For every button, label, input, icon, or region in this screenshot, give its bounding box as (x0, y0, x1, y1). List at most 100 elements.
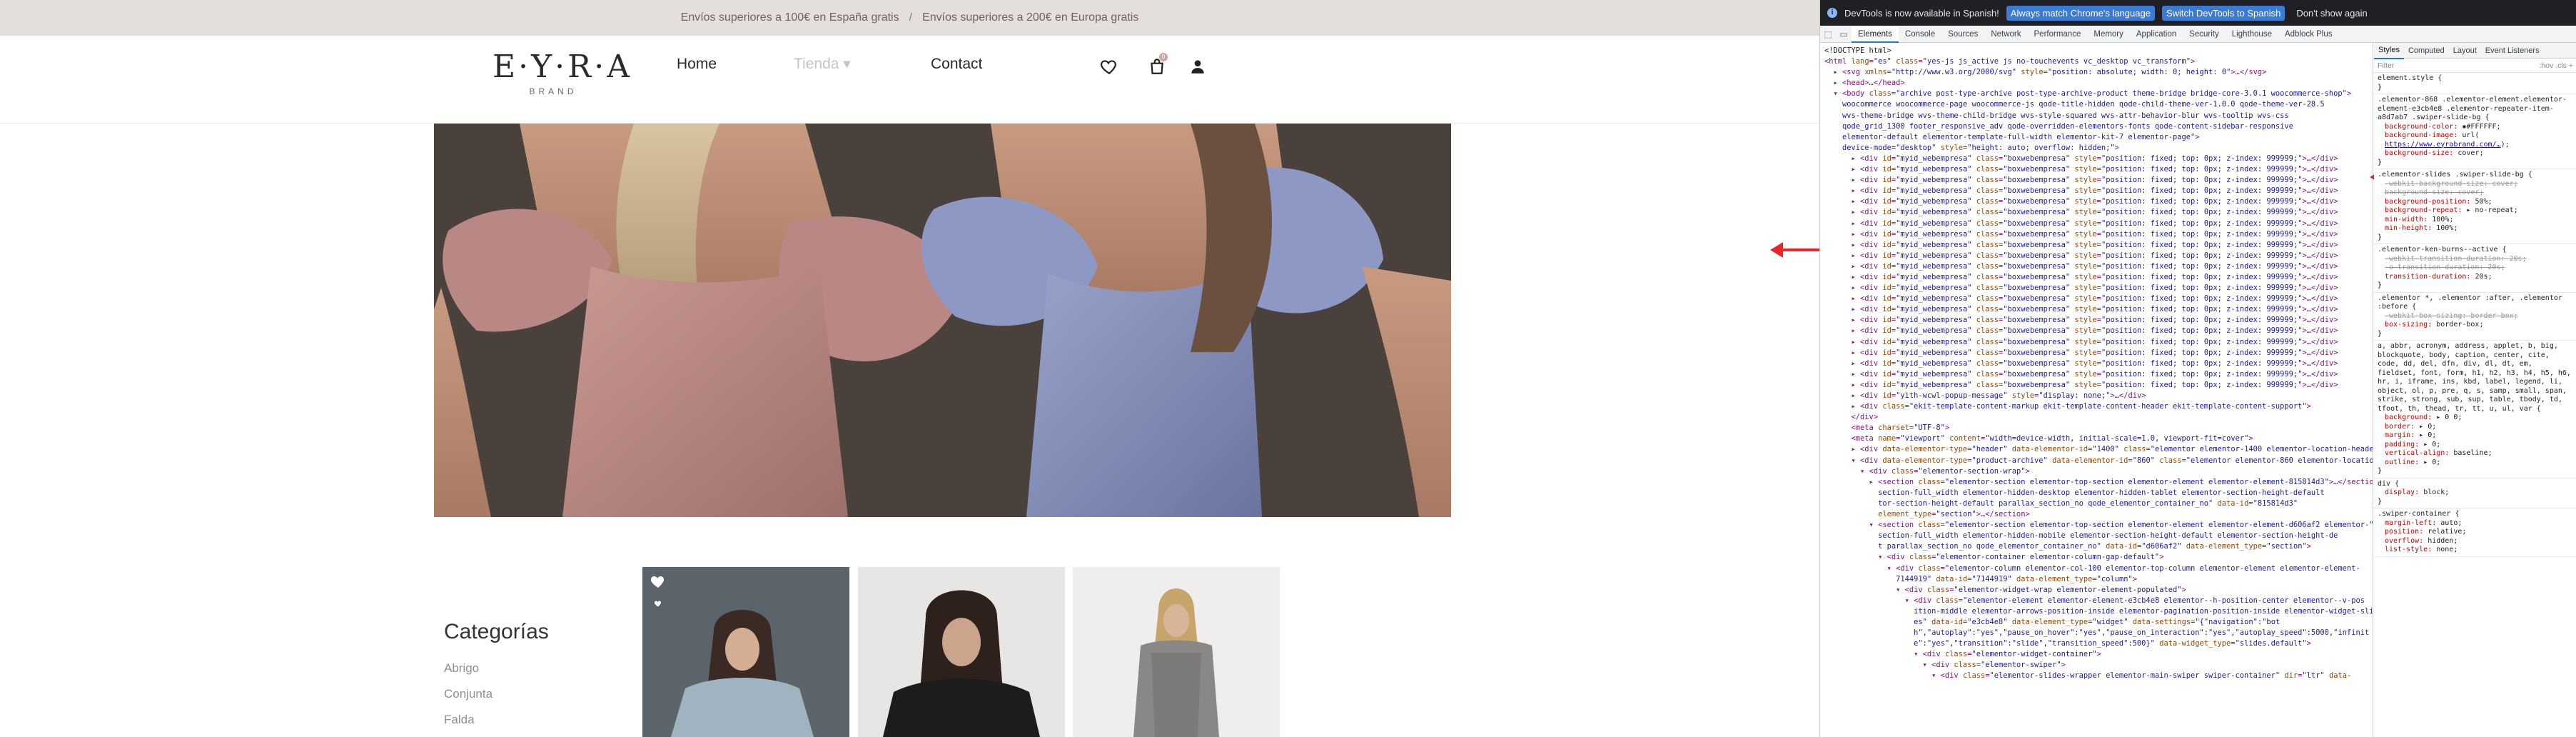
dom-line[interactable]: ▾ <div class="elementor-widget-wrap elem… (1824, 585, 2373, 596)
nav-home[interactable]: Home (677, 54, 717, 74)
dom-line[interactable]: tor-section-height-default parallax_sect… (1824, 498, 2373, 509)
dom-line[interactable]: ▸ <div id="myid_webempresa" class="boxwe… (1824, 337, 2373, 348)
subtab-layout[interactable]: Layout (2449, 43, 2481, 59)
dom-line[interactable]: device-mode="desktop" style="height: aut… (1824, 143, 2373, 154)
tab-security[interactable]: Security (2183, 26, 2226, 43)
subtab-event-listeners[interactable]: Event Listeners (2481, 43, 2544, 59)
small-heart-icon[interactable] (654, 599, 662, 608)
dom-line[interactable]: ▸ <div id="myid_webempresa" class="boxwe… (1824, 369, 2373, 380)
logo[interactable]: E·Y·R·A BRAND (493, 49, 630, 97)
dom-line[interactable]: ▸ <div id="myid_webempresa" class="boxwe… (1824, 326, 2373, 336)
dom-line[interactable]: ▾ <div class="elementor-slides-wrapper e… (1824, 671, 2373, 681)
dom-line[interactable]: ▾ <div class="elementor-column elementor… (1824, 563, 2373, 574)
dom-line[interactable]: ▸ <div id="myid_webempresa" class="boxwe… (1824, 315, 2373, 326)
style-rule[interactable]: .elementor-ken-burns--active { -webkit-t… (2374, 244, 2576, 293)
tab-adblock-plus[interactable]: Adblock Plus (2278, 26, 2338, 43)
dom-line[interactable]: ▸ <div id="myid_webempresa" class="boxwe… (1824, 261, 2373, 272)
dom-line[interactable]: ▸ <div id="myid_webempresa" class="boxwe… (1824, 272, 2373, 283)
dom-line[interactable]: ▸ <svg xmlns="http://www.w3.org/2000/svg… (1824, 67, 2373, 78)
nav-tienda[interactable]: Tienda ▾ (794, 54, 851, 74)
product-card[interactable] (858, 567, 1065, 737)
wishlist-heart-icon[interactable] (650, 573, 667, 590)
dom-line[interactable]: woocommerce woocommerce-page woocommerce… (1824, 99, 2373, 110)
dom-line[interactable]: ▸ <div id="myid_webempresa" class="boxwe… (1824, 154, 2373, 164)
dom-line[interactable]: ▸ <div id="myid_webempresa" class="boxwe… (1824, 219, 2373, 229)
dom-line[interactable]: <html lang="es" class="yes-js js_active … (1824, 56, 2373, 67)
tab-console[interactable]: Console (1899, 26, 1941, 43)
style-rule[interactable]: .swiper-container { margin-left: auto; p… (2374, 508, 2576, 557)
switch-to-spanish-button[interactable]: Switch DevTools to Spanish (2161, 5, 2285, 21)
dom-line[interactable]: ▸ <div id="myid_webempresa" class="boxwe… (1824, 348, 2373, 359)
dom-line[interactable]: 7144919" data-id="7144919" data-element_… (1824, 574, 2373, 585)
dom-line[interactable]: element_type="section">…</section> (1824, 509, 2373, 520)
category-falda[interactable]: Falda (444, 713, 475, 727)
dom-line[interactable]: ▸ <div id="myid_webempresa" class="boxwe… (1824, 164, 2373, 175)
tab-network[interactable]: Network (1984, 26, 2027, 43)
style-rule[interactable]: .elementor *, .elementor :after, .elemen… (2374, 293, 2576, 341)
style-rule[interactable]: .elementor-868 .elementor-element.elemen… (2374, 94, 2576, 169)
subtab-computed[interactable]: Computed (2404, 43, 2449, 59)
dom-line[interactable]: ▸ <div id="yith-wcwl-popup-message" styl… (1824, 391, 2373, 401)
nav-contact[interactable]: Contact (931, 54, 982, 74)
dom-line[interactable]: es" data-id="e3cb4e8" data-element_type=… (1824, 617, 2373, 628)
style-rule[interactable]: element.style { } (2374, 73, 2576, 94)
dom-line[interactable]: ▸ <div id="myid_webempresa" class="boxwe… (1824, 380, 2373, 391)
dom-line[interactable]: ▾ <div class="elementor-element elemento… (1824, 596, 2373, 606)
dom-line[interactable]: section-full_width elementor-hidden-mobi… (1824, 531, 2373, 541)
dom-line[interactable]: qode_grid_1300 footer_responsive_adv qod… (1824, 121, 2373, 132)
elements-dom-tree[interactable]: <!DOCTYPE html> <html lang="es" class="y… (1820, 43, 2373, 737)
dom-line[interactable]: ▾ <body class="archive post-type-archive… (1824, 89, 2373, 99)
tab-application[interactable]: Application (2130, 26, 2183, 43)
account-user-icon[interactable] (1188, 57, 1207, 76)
always-match-language-button[interactable]: Always match Chrome's language (2006, 5, 2155, 21)
style-rule[interactable]: .elementor-slides .swiper-slide-bg { -we… (2374, 169, 2576, 244)
dom-line[interactable]: h","autoplay":"yes","pause_on_hover":"ye… (1824, 628, 2373, 638)
inspect-element-icon[interactable]: ⬚ (1820, 26, 1836, 43)
dom-line[interactable]: <!DOCTYPE html> (1824, 46, 2373, 56)
dom-line[interactable]: ▸ <div id="myid_webempresa" class="boxwe… (1824, 359, 2373, 369)
style-rule[interactable]: div { display: block; } (2374, 478, 2576, 508)
subtab-styles[interactable]: Styles (2374, 43, 2404, 59)
dom-line[interactable]: ition-middle elementor-arrows-position-i… (1824, 606, 2373, 617)
dom-line[interactable]: ▾ <div class="elementor-widget-container… (1824, 649, 2373, 660)
product-card[interactable] (1073, 567, 1280, 737)
styles-filter-input[interactable]: Filter (2378, 61, 2394, 70)
styles-filter-tools[interactable]: :hov .cls + (2539, 61, 2573, 70)
dom-line[interactable]: ▾ <div class="elementor-container elemen… (1824, 552, 2373, 563)
dom-line[interactable]: ▸ <div id="myid_webempresa" class="boxwe… (1824, 283, 2373, 294)
product-card[interactable] (642, 567, 849, 737)
style-rule[interactable]: a, abbr, acronym, address, applet, b, bi… (2374, 341, 2576, 478)
wishlist-heart-icon[interactable] (1100, 57, 1118, 76)
dom-line[interactable]: e":"yes","transition":"slide","transitio… (1824, 638, 2373, 649)
dom-line[interactable]: ▾ <div data-elementor-type="product-arch… (1824, 456, 2373, 466)
dom-line[interactable]: ▾ <div class="elementor-section-wrap"> (1824, 466, 2373, 477)
tab-performance[interactable]: Performance (2028, 26, 2088, 43)
dom-line[interactable]: ▸ <div id="myid_webempresa" class="boxwe… (1824, 196, 2373, 207)
dom-line[interactable]: ▾ <section class="elementor-section elem… (1824, 520, 2373, 531)
dom-line[interactable]: ▸ <div class="ekit-template-content-mark… (1824, 401, 2373, 412)
dom-line[interactable]: ▸ <section class="elementor-section elem… (1824, 477, 2373, 488)
dom-line[interactable]: </div> (1824, 412, 2373, 423)
dom-line[interactable]: <meta charset="UTF-8"> (1824, 423, 2373, 433)
dom-line[interactable]: ▸ <div id="myid_webempresa" class="boxwe… (1824, 229, 2373, 240)
dom-line[interactable]: t parallax_section_no qode_elementor_con… (1824, 541, 2373, 552)
dom-line[interactable]: ▸ <div id="myid_webempresa" class="boxwe… (1824, 186, 2373, 196)
dom-line[interactable]: ▸ <div id="myid_webempresa" class="boxwe… (1824, 240, 2373, 251)
dom-line[interactable]: ▸ <div id="myid_webempresa" class="boxwe… (1824, 207, 2373, 218)
dom-line[interactable]: <meta name="viewport" content="width=dev… (1824, 433, 2373, 444)
category-conjunta[interactable]: Conjunta (444, 687, 493, 701)
dom-line[interactable]: wvs-theme-bridge wvs-theme-child-bridge … (1824, 111, 2373, 121)
dom-line[interactable]: ▸ <div id="myid_webempresa" class="boxwe… (1824, 251, 2373, 261)
device-toolbar-icon[interactable]: ▭ (1836, 26, 1852, 43)
tab-lighthouse[interactable]: Lighthouse (2226, 26, 2278, 43)
dom-line[interactable]: ▸ <div id="myid_webempresa" class="boxwe… (1824, 175, 2373, 186)
dom-line[interactable]: elementor-default elementor-template-ful… (1824, 132, 2373, 143)
tab-elements[interactable]: Elements (1852, 25, 1899, 43)
dom-line[interactable]: ▾ <div class="elementor-swiper"> (1824, 660, 2373, 671)
dom-line[interactable]: ▸ <head>…</head> (1824, 78, 2373, 89)
category-abrigo[interactable]: Abrigo (444, 661, 479, 676)
dom-line[interactable]: ▸ <div id="myid_webempresa" class="boxwe… (1824, 304, 2373, 315)
tab-memory[interactable]: Memory (2087, 26, 2130, 43)
dom-line[interactable]: ▸ <div data-elementor-type="header" data… (1824, 444, 2373, 455)
dom-line[interactable]: section-full_width elementor-hidden-desk… (1824, 488, 2373, 498)
